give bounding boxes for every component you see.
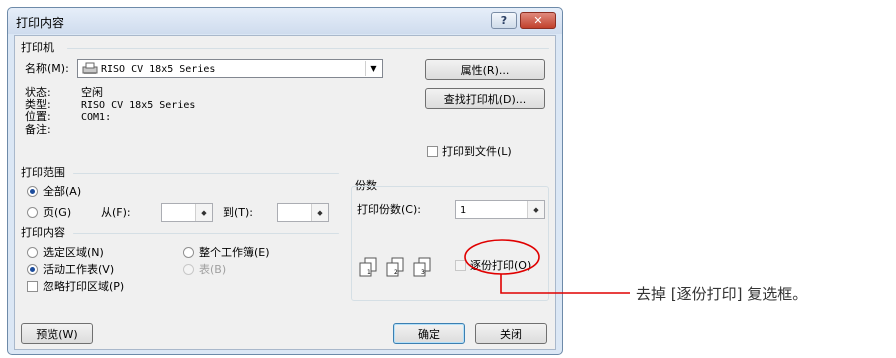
annotation-text: 去掉 [逐份打印] 复选框。 [636, 285, 808, 303]
leader-line [500, 274, 630, 294]
highlight-ellipse [464, 239, 540, 275]
annotation-callout [464, 239, 630, 294]
